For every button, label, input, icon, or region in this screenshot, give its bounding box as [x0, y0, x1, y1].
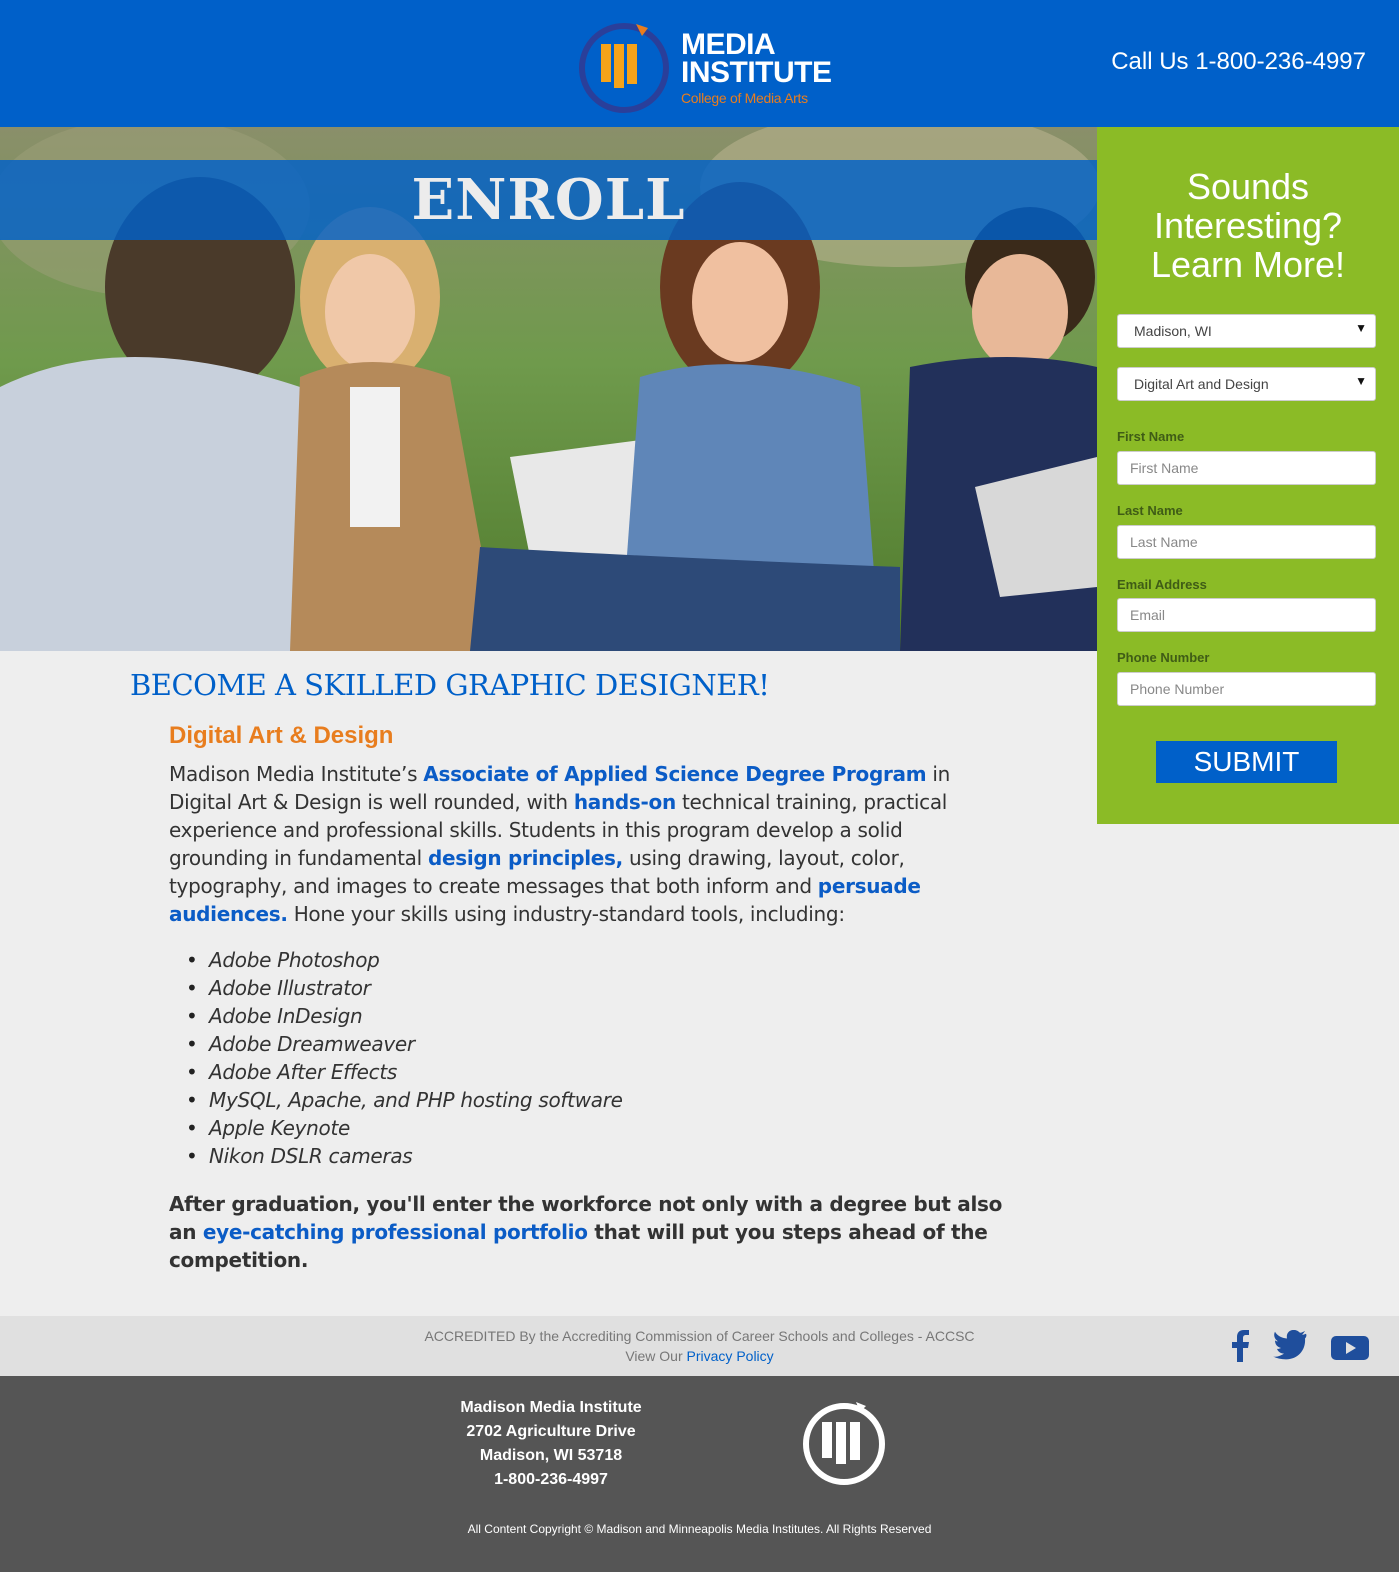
para-text: Hone your skills using industry-standard…: [287, 902, 845, 926]
footer-address: Madison Media Institute 2702 Agriculture…: [440, 1396, 662, 1492]
privacy-line: View Our Privacy Policy: [0, 1348, 1399, 1364]
first-name-input[interactable]: First Name: [1117, 451, 1376, 485]
program-select-value: Digital Art and Design: [1134, 376, 1269, 392]
twitter-icon[interactable]: [1273, 1330, 1307, 1362]
hero-image: ENROLL: [0, 127, 1097, 651]
youtube-icon[interactable]: [1330, 1330, 1370, 1362]
phone-input[interactable]: Phone Number: [1117, 672, 1376, 706]
media-institute-logo[interactable]: MEDIA INSTITUTE College of Media Arts: [576, 14, 832, 114]
hands-on-link[interactable]: hands-on: [574, 790, 676, 814]
closing-statement: After graduation, you'll enter the workf…: [169, 1190, 1029, 1274]
email-label: Email Address: [1117, 577, 1207, 592]
logo-tagline: College of Media Arts: [681, 90, 808, 106]
form-title-line: Interesting?: [1153, 205, 1343, 246]
accreditation-bar: ACCREDITED By the Accrediting Commission…: [0, 1316, 1399, 1376]
degree-program-link[interactable]: Associate of Applied Science Degree Prog…: [423, 762, 926, 786]
form-title-line: Sounds: [1186, 166, 1310, 207]
logo-mark-icon: [579, 23, 669, 113]
program-select[interactable]: Digital Art and Design ▼: [1117, 367, 1376, 401]
list-item: Adobe InDesign: [186, 1002, 623, 1030]
form-title-line: Learn More!: [1150, 244, 1346, 285]
campus-select[interactable]: Madison, WI ▼: [1117, 314, 1376, 348]
last-name-label: Last Name: [1117, 503, 1183, 518]
address-line: Madison, WI 53718: [479, 1447, 623, 1464]
email-input[interactable]: Email: [1117, 598, 1376, 632]
enroll-title: ENROLL: [411, 167, 686, 233]
footer-logo-icon: [803, 1402, 885, 1485]
accreditation-text: ACCREDITED By the Accrediting Commission…: [424, 1328, 975, 1344]
program-subheading: Digital Art & Design: [169, 722, 394, 749]
site-header: MEDIA INSTITUTE College of Media Arts Ca…: [0, 0, 1399, 127]
design-principles-link[interactable]: design principles,: [428, 846, 623, 870]
list-item: MySQL, Apache, and PHP hosting software: [186, 1086, 623, 1114]
list-item: Adobe Dreamweaver: [186, 1030, 623, 1058]
list-item: Adobe Illustrator: [186, 974, 623, 1002]
copyright-text: All Content Copyright © Madison and Minn…: [467, 1522, 932, 1536]
address-line: 2702 Agriculture Drive: [466, 1423, 636, 1440]
call-us-phone[interactable]: Call Us 1-800-236-4997: [1111, 48, 1366, 76]
address-line[interactable]: 1-800-236-4997: [440, 1468, 662, 1492]
site-footer: Madison Media Institute 2702 Agriculture…: [0, 1376, 1399, 1572]
privacy-policy-link[interactable]: Privacy Policy: [687, 1348, 774, 1364]
program-description: Madison Media Institute’s Associate of A…: [169, 760, 959, 928]
campus-select-value: Madison, WI: [1134, 323, 1212, 339]
phone-label: Phone Number: [1117, 650, 1210, 665]
submit-button[interactable]: SUBMIT: [1156, 741, 1337, 783]
para-text: Madison Media Institute’s: [169, 762, 424, 786]
form-title: Sounds Interesting? Learn More!: [1097, 167, 1399, 284]
list-item: Apple Keynote: [186, 1114, 623, 1142]
privacy-prefix: View Our: [625, 1348, 687, 1364]
list-item: Nikon DSLR cameras: [186, 1142, 623, 1170]
portfolio-link[interactable]: eye-catching professional portfolio: [203, 1220, 588, 1244]
list-item: Adobe Photoshop: [186, 946, 623, 974]
dropdown-arrow-icon: ▼: [1355, 374, 1367, 388]
logo-text-institute: INSTITUTE: [681, 56, 832, 89]
address-line: Madison Media Institute: [460, 1399, 642, 1416]
list-item: Adobe After Effects: [186, 1058, 623, 1086]
last-name-input[interactable]: Last Name: [1117, 525, 1376, 559]
tools-list: Adobe Photoshop Adobe Illustrator Adobe …: [186, 946, 623, 1170]
page-heading: BECOME A SKILLED GRAPHIC DESIGNER!: [130, 668, 770, 702]
lead-form: Sounds Interesting? Learn More! Madison,…: [1097, 127, 1399, 824]
dropdown-arrow-icon: ▼: [1355, 321, 1367, 335]
first-name-label: First Name: [1117, 429, 1185, 444]
facebook-icon[interactable]: [1230, 1330, 1250, 1362]
